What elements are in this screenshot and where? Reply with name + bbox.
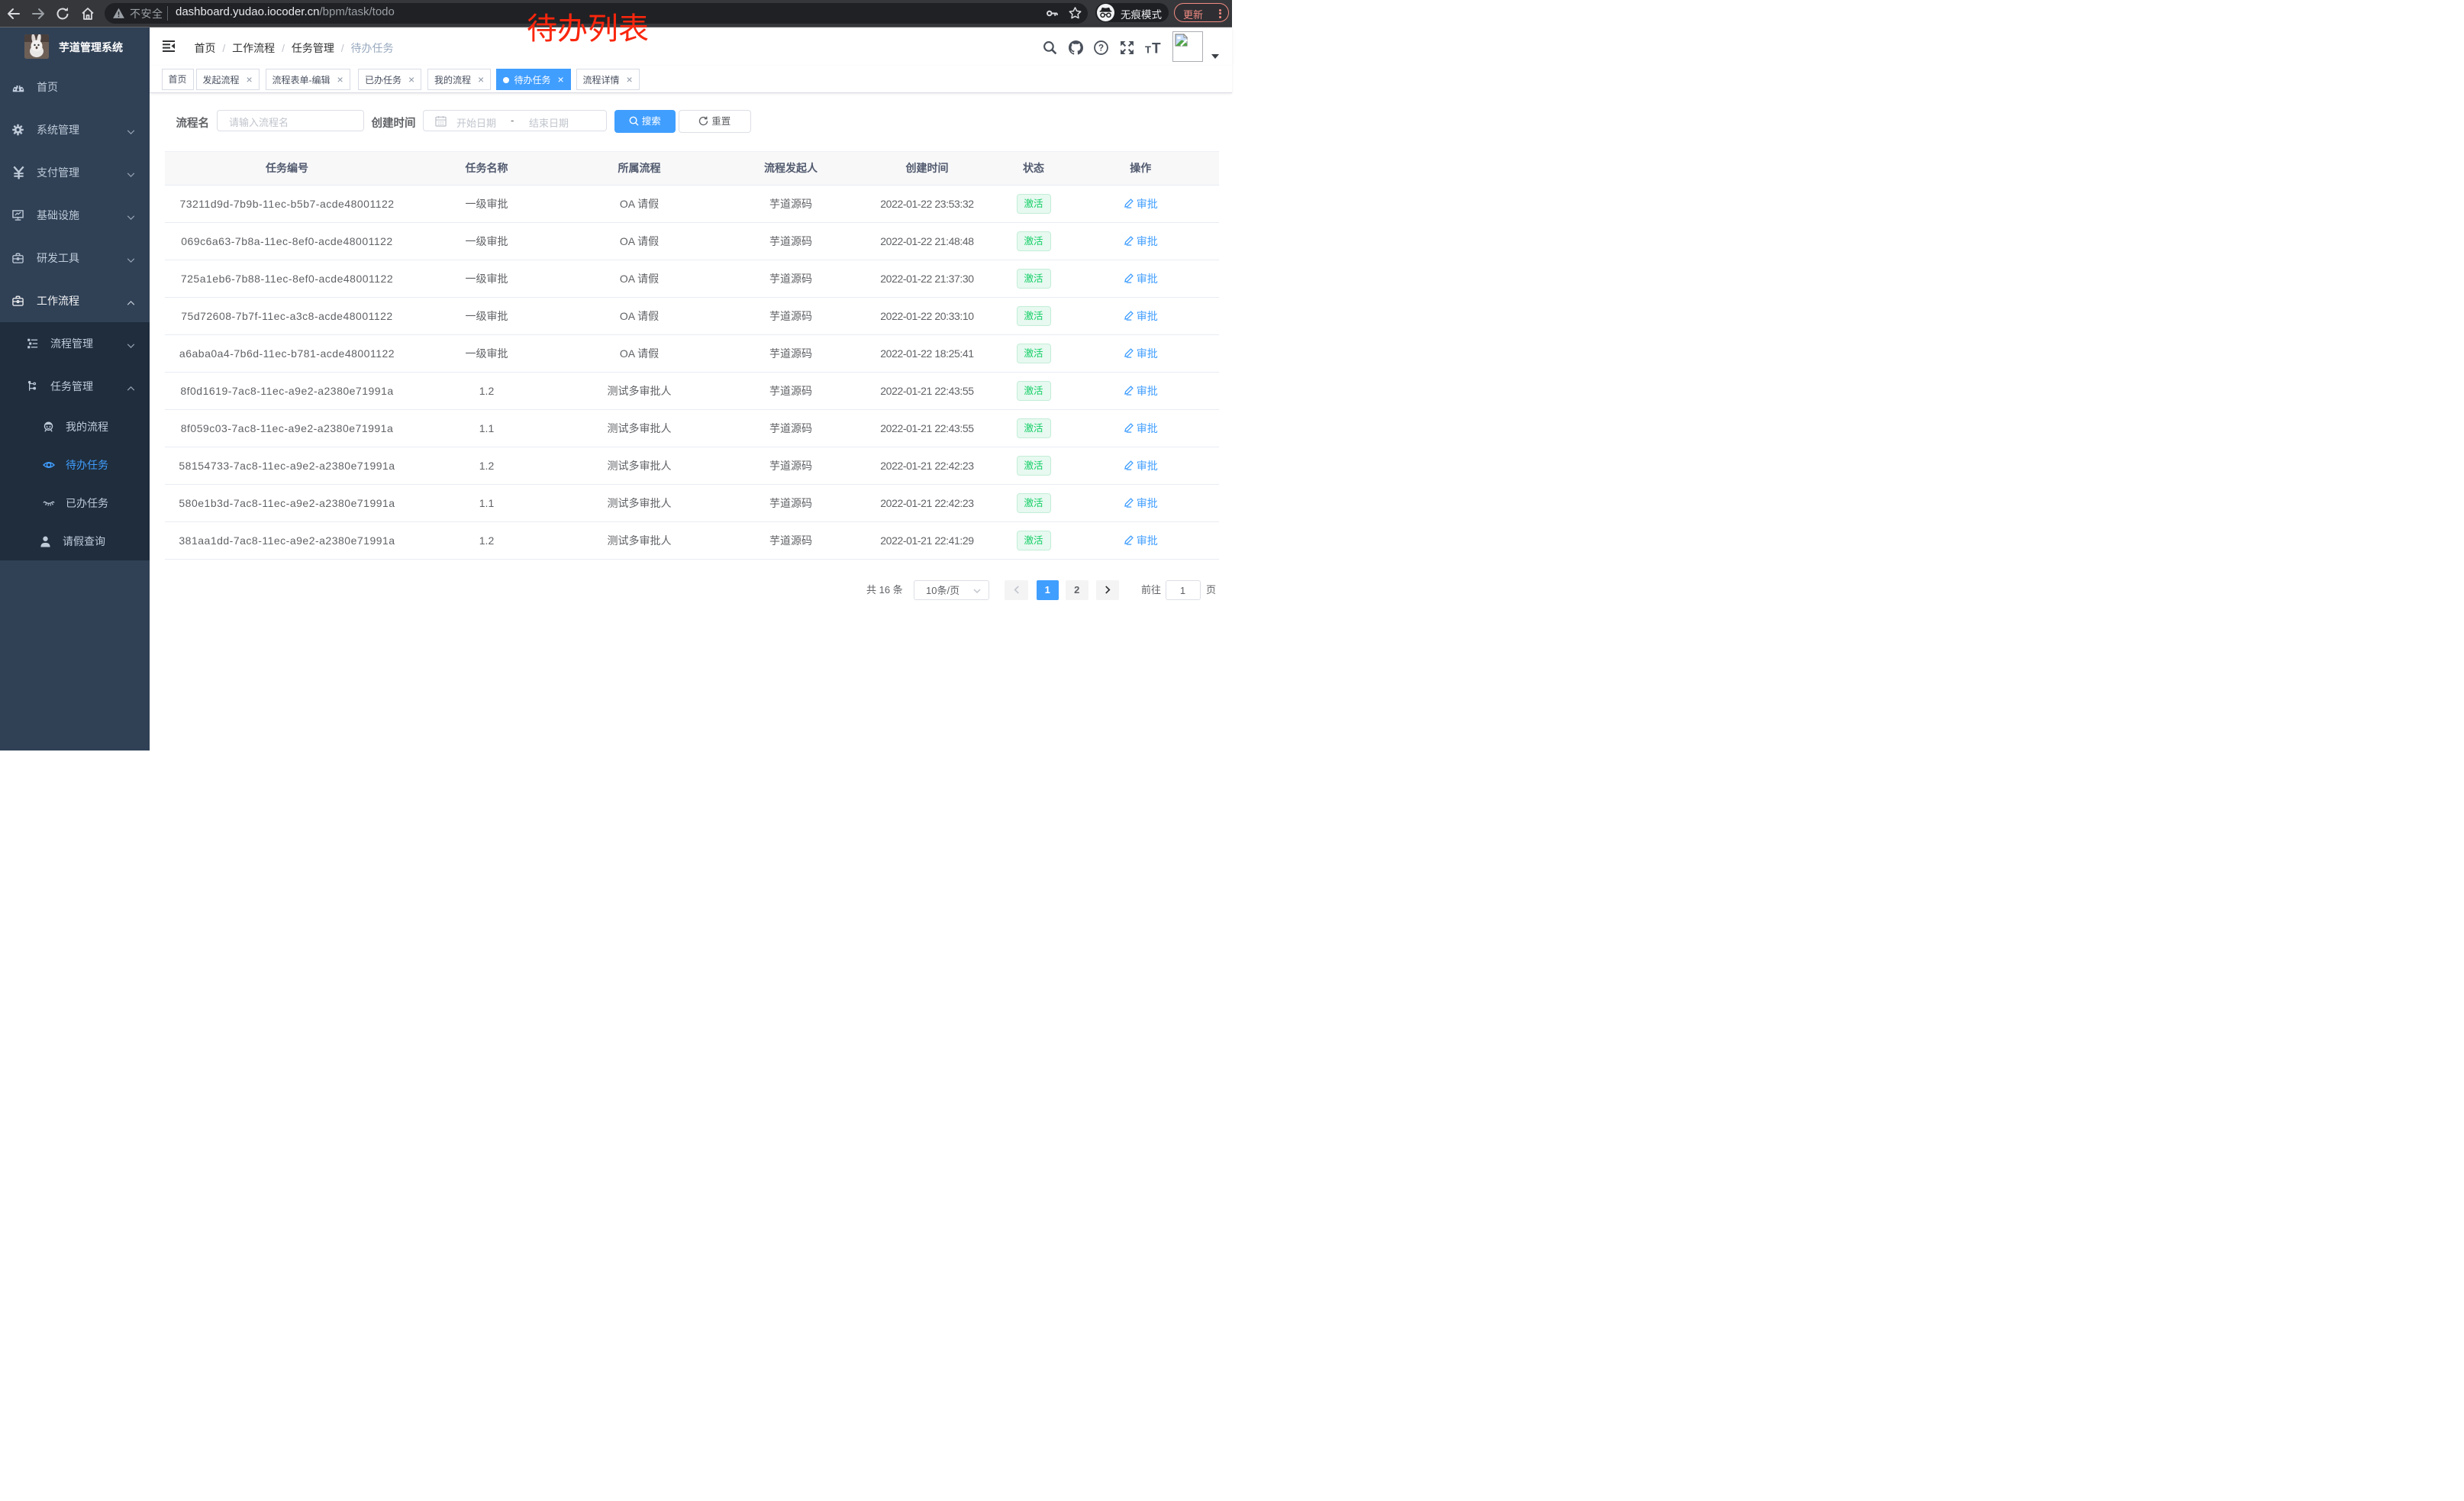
svg-text:T: T [1152, 41, 1161, 56]
svg-text:?: ? [1098, 44, 1104, 53]
svg-text:T: T [1145, 44, 1151, 56]
